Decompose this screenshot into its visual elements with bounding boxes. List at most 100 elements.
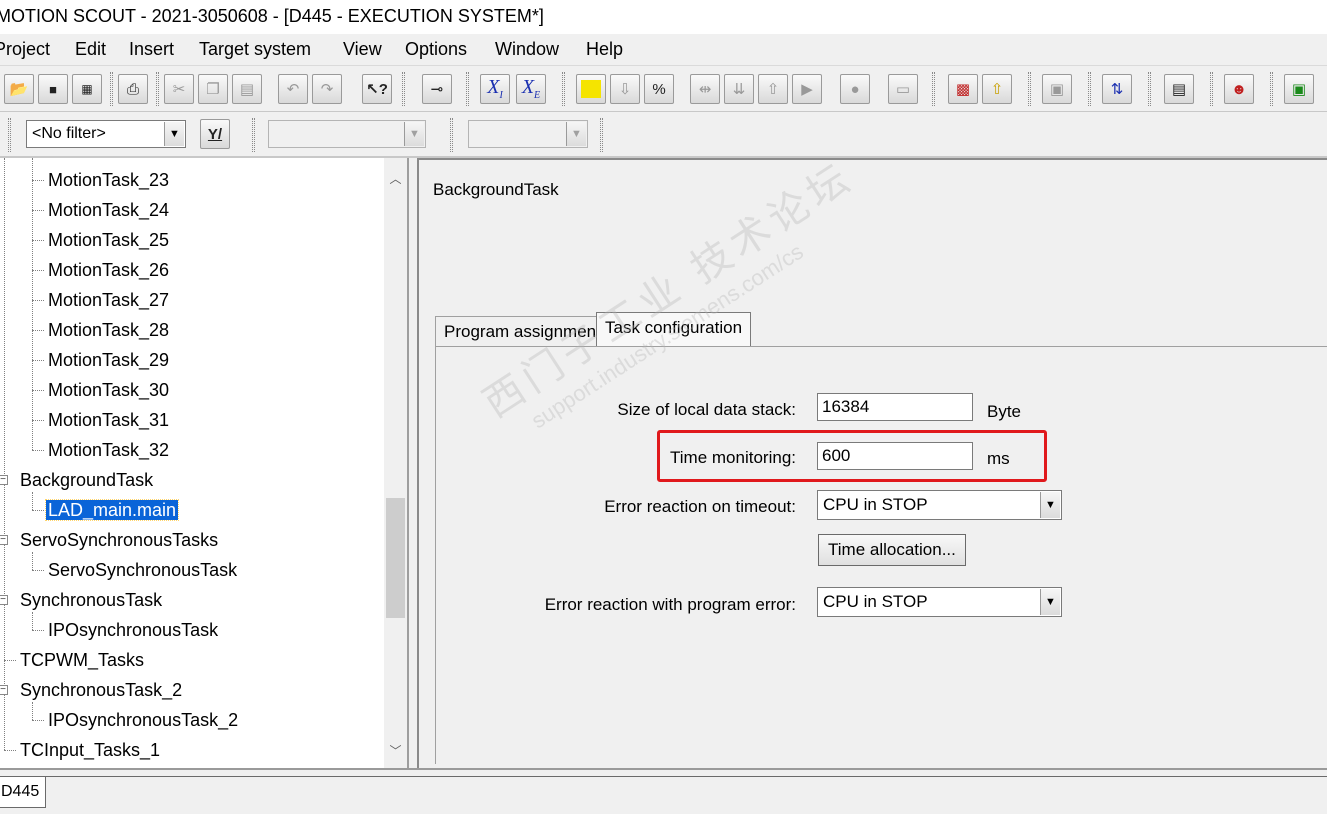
tree-connector — [32, 300, 44, 301]
tree-item[interactable]: SynchronousTask_2 — [18, 676, 184, 704]
tree-item[interactable]: MotionTask_30 — [46, 376, 171, 404]
chevron-down-icon[interactable]: ▼ — [566, 122, 586, 146]
user-icon[interactable]: ☻ — [1224, 74, 1254, 104]
tree-item[interactable]: MotionTask_27 — [46, 286, 171, 314]
tree-connector — [32, 492, 33, 510]
tree-item[interactable]: ServoSynchronousTasks — [18, 526, 220, 554]
chevron-down-icon[interactable]: ﹀ — [384, 738, 407, 762]
menu-help[interactable]: Help — [586, 39, 623, 60]
tree-item[interactable]: TCInput_Tasks_1 — [18, 736, 162, 764]
diagnostic-icon[interactable]: ▤ — [1164, 74, 1194, 104]
collapse-icon[interactable]: − — [0, 475, 8, 485]
toolbar-separator — [1210, 72, 1213, 106]
collapse-icon[interactable]: − — [0, 685, 8, 695]
context-help-icon[interactable]: ↖? — [362, 74, 392, 104]
tree-connector — [32, 270, 44, 271]
status-tab-d445[interactable]: D445 — [0, 776, 46, 808]
trace-icon[interactable]: ⇅ — [1102, 74, 1132, 104]
upload-icon[interactable]: ⇧ — [758, 74, 788, 104]
tree-connector — [32, 630, 44, 631]
filter-combo-2[interactable]: ▼ — [268, 120, 426, 148]
menu-view[interactable]: View — [343, 39, 382, 60]
export-icon[interactable]: ⇧ — [982, 74, 1012, 104]
chevron-up-icon[interactable]: ︿ — [384, 166, 407, 190]
print-icon[interactable]: ⎙ — [118, 74, 148, 104]
paste-icon[interactable]: ▤ — [232, 74, 262, 104]
tree-connector — [32, 210, 44, 211]
menu-insert[interactable]: Insert — [129, 39, 174, 60]
tree-item[interactable]: MotionTask_25 — [46, 226, 171, 254]
timeout-reaction-select[interactable]: CPU in STOP ▼ — [817, 490, 1062, 520]
stack-size-field[interactable]: 16384 — [817, 393, 973, 421]
tree-item[interactable]: MotionTask_24 — [46, 196, 171, 224]
status-bar: D445 — [0, 768, 1327, 814]
view-icon[interactable]: ▣ — [1042, 74, 1072, 104]
project-tree[interactable]: − − − − MotionTask_23 MotionTask_24 Moti… — [0, 158, 409, 768]
tree-item[interactable]: MotionTask_32 — [46, 436, 171, 464]
scrollbar-thumb[interactable] — [386, 498, 405, 618]
undo-icon[interactable]: ↶ — [278, 74, 308, 104]
hardware-icon[interactable]: ▩ — [948, 74, 978, 104]
filter-combo[interactable]: <No filter> ▼ — [26, 120, 186, 148]
tree-item[interactable]: IPOsynchronousTask_2 — [46, 706, 240, 734]
load-cpu-icon[interactable]: ⇊ — [724, 74, 754, 104]
collapse-icon[interactable]: − — [0, 535, 8, 545]
tree-connector — [32, 390, 44, 391]
tree-item[interactable]: MotionTask_26 — [46, 256, 171, 284]
download-icon[interactable]: ⇩ — [610, 74, 640, 104]
toolbar-separator — [110, 72, 113, 106]
chevron-down-icon[interactable]: ▼ — [404, 122, 424, 146]
menu-options[interactable]: Options — [405, 39, 467, 60]
tree-connector — [4, 158, 5, 750]
toolbar-separator — [1148, 72, 1151, 106]
toolbar-separator — [402, 72, 405, 106]
timeout-reaction-label: Error reaction on timeout: — [604, 497, 796, 516]
menu-edit[interactable]: Edit — [75, 39, 106, 60]
tree-item[interactable]: MotionTask_28 — [46, 316, 171, 344]
stop-icon[interactable]: ● — [840, 74, 870, 104]
xi-icon[interactable]: XI — [480, 74, 510, 104]
save-compile-icon[interactable]: ▦ — [72, 74, 102, 104]
tab-task-configuration[interactable]: Task configuration — [596, 312, 752, 346]
tree-item[interactable]: TCPWM_Tasks — [18, 646, 146, 674]
program-error-reaction-label: Error reaction with program error: — [544, 595, 796, 614]
tree-item[interactable]: MotionTask_29 — [46, 346, 171, 374]
percent-icon[interactable]: % — [644, 74, 674, 104]
scope-icon[interactable]: ▣ — [1284, 74, 1314, 104]
menu-target-system[interactable]: Target system — [199, 39, 311, 60]
tree-item[interactable]: SynchronousTask — [18, 586, 164, 614]
program-error-reaction-select[interactable]: CPU in STOP ▼ — [817, 587, 1062, 617]
collapse-icon[interactable]: − — [0, 595, 8, 605]
filter-settings-icon[interactable]: Y/ — [200, 119, 230, 149]
chevron-down-icon[interactable]: ▼ — [1040, 492, 1060, 518]
menu-project[interactable]: Project — [0, 39, 50, 60]
chevron-down-icon[interactable]: ▼ — [1040, 589, 1060, 615]
highlight-box — [657, 430, 1047, 482]
cut-icon[interactable]: ✂ — [164, 74, 194, 104]
time-allocation-button[interactable]: Time allocation... — [818, 534, 966, 566]
save-icon[interactable]: ■ — [38, 74, 68, 104]
online-icon[interactable] — [576, 74, 606, 104]
display-icon[interactable]: ▭ — [888, 74, 918, 104]
compile-icon[interactable]: ⇹ — [690, 74, 720, 104]
tab-program-assignment[interactable]: Program assignment — [435, 316, 610, 346]
tree-item[interactable]: IPOsynchronousTask — [46, 616, 220, 644]
tree-item[interactable]: MotionTask_23 — [46, 166, 171, 194]
tree-item-backgroundtask[interactable]: BackgroundTask — [18, 466, 155, 494]
toolbar-separator — [1270, 72, 1273, 106]
tree-connector — [32, 450, 44, 451]
chevron-down-icon[interactable]: ▼ — [164, 122, 184, 146]
menu-window[interactable]: Window — [495, 39, 559, 60]
toolbar-separator — [8, 118, 11, 152]
open-icon[interactable]: 📂 — [4, 74, 34, 104]
tree-item-lad-main[interactable]: LAD_main.main — [44, 496, 180, 524]
run-icon[interactable]: ▶ — [792, 74, 822, 104]
tree-item[interactable]: ServoSynchronousTask — [46, 556, 239, 584]
connect-icon[interactable]: ⊸ — [422, 74, 452, 104]
filter-combo-3[interactable]: ▼ — [468, 120, 588, 148]
copy-icon[interactable]: ❐ — [198, 74, 228, 104]
tree-scrollbar[interactable]: ︿ ﹀ — [384, 158, 407, 768]
redo-icon[interactable]: ↷ — [312, 74, 342, 104]
xe-icon[interactable]: XE — [516, 74, 546, 104]
tree-item[interactable]: MotionTask_31 — [46, 406, 171, 434]
